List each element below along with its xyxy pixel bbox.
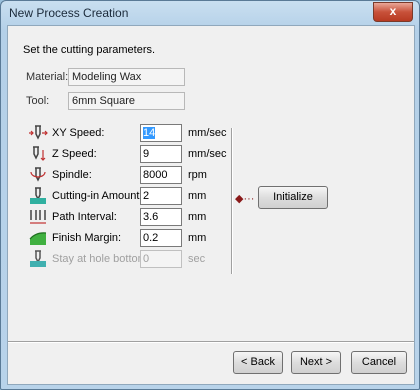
xy-speed-input[interactable]: 14 (140, 124, 182, 142)
cancel-button[interactable]: Cancel (351, 351, 407, 374)
cutting-in-icon (30, 187, 46, 204)
stay-hole-bottom-unit: sec (188, 253, 206, 265)
xy-speed-unit: mm/sec (188, 127, 227, 139)
dialog-window: New Process Creation x Set the cutting p… (0, 0, 420, 390)
spindle-unit: rpm (188, 169, 207, 181)
next-button[interactable]: Next > (291, 351, 341, 374)
footer-divider (8, 341, 414, 343)
cutting-in-unit: mm (188, 190, 207, 202)
spindle-label: Spindle: (52, 169, 92, 181)
initialize-button[interactable]: Initialize (258, 186, 328, 209)
finish-margin-icon (29, 232, 47, 245)
spindle-icon (30, 167, 46, 182)
z-speed-input[interactable]: 9 (140, 145, 182, 163)
xy-speed-icon (29, 125, 48, 140)
stay-hole-bottom-input: 0 (140, 250, 182, 268)
back-button[interactable]: < Back (233, 351, 283, 374)
close-button[interactable]: x (373, 2, 413, 22)
xy-speed-label: XY Speed: (52, 127, 105, 139)
material-value: Modeling Wax (68, 68, 185, 86)
finish-margin-label: Finish Margin: (52, 232, 122, 244)
z-speed-icon (33, 146, 46, 161)
cutting-in-label: Cutting-in Amount: (52, 190, 143, 202)
instruction-text: Set the cutting parameters. (23, 44, 156, 56)
dialog-body: Set the cutting parameters. Material: Mo… (7, 25, 415, 385)
finish-margin-input[interactable]: 0.2 (140, 229, 182, 247)
tool-label: Tool: (26, 95, 50, 107)
path-interval-icon (30, 210, 46, 224)
tool-value: 6mm Square (68, 92, 185, 110)
cutting-in-input[interactable]: 2 (140, 187, 182, 205)
path-interval-input[interactable]: 3.6 (140, 208, 182, 226)
finish-margin-unit: mm (188, 232, 207, 244)
stay-hole-bottom-icon (30, 250, 46, 267)
z-speed-unit: mm/sec (188, 148, 227, 160)
path-interval-label: Path Interval: (52, 211, 117, 223)
vertical-divider (231, 128, 233, 274)
window-title: New Process Creation (9, 6, 129, 20)
material-label: Material: (26, 71, 69, 83)
stay-hole-bottom-label: Stay at hole bottom: (52, 253, 150, 265)
path-interval-unit: mm (188, 211, 207, 223)
spindle-input[interactable]: 8000 (140, 166, 182, 184)
initialize-arrow-icon: ◆··· (235, 193, 255, 205)
z-speed-label: Z Speed: (52, 148, 97, 160)
